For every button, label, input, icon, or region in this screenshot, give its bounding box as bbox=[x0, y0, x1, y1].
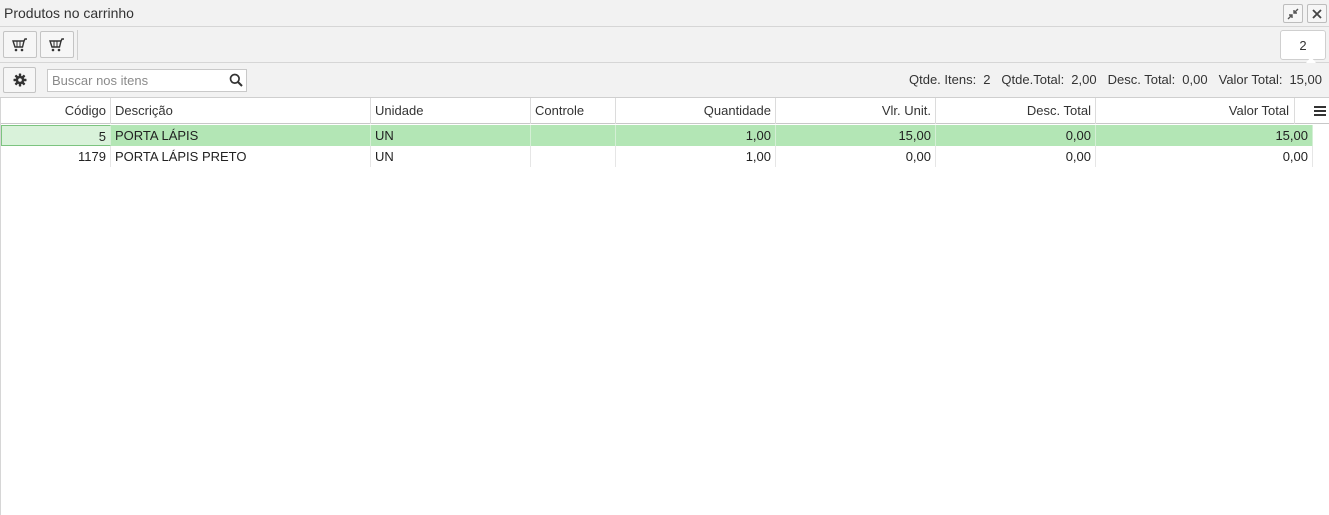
cart-icon bbox=[12, 37, 27, 51]
cell-codigo[interactable]: 5 bbox=[1, 125, 111, 146]
minimize-icon bbox=[1287, 8, 1299, 19]
cell-codigo[interactable]: 1179 bbox=[1, 146, 111, 167]
cell-unidade[interactable]: UN bbox=[371, 146, 531, 167]
totals-summary: Qtde. Itens: 2 Qtde.Total: 2,00 Desc. Total:… bbox=[909, 72, 1322, 87]
items-count-label: Qtde. Itens: bbox=[908, 72, 977, 87]
cell-vlr-unit[interactable]: 0,00 bbox=[776, 146, 936, 167]
toolbar: 2 bbox=[0, 27, 1329, 69]
search-box bbox=[47, 69, 247, 92]
column-header-valor-total[interactable]: Valor Total bbox=[1096, 98, 1295, 124]
cell-valor-total[interactable]: 15,00 bbox=[1096, 125, 1313, 146]
search-input[interactable] bbox=[48, 70, 226, 91]
column-header-unidade[interactable]: Unidade bbox=[371, 98, 531, 124]
cell-descricao[interactable]: PORTA LÁPIS PRETO bbox=[111, 146, 371, 167]
table-row[interactable]: 5 PORTA LÁPIS UN 1,00 15,00 0,00 15,00 bbox=[1, 125, 1313, 146]
item-count-badge: 2 bbox=[1280, 30, 1326, 60]
column-header-vlr-unit[interactable]: Vlr. Unit. bbox=[776, 98, 936, 124]
cell-quantidade[interactable]: 1,00 bbox=[616, 146, 776, 167]
cell-quantidade[interactable]: 1,00 bbox=[616, 125, 776, 146]
column-header-descricao[interactable]: Descrição bbox=[111, 98, 371, 124]
toolbar-separator bbox=[77, 30, 78, 60]
window-title: Produtos no carrinho bbox=[4, 5, 134, 21]
cell-unidade[interactable]: UN bbox=[371, 125, 531, 146]
cell-descricao[interactable]: PORTA LÁPIS bbox=[111, 125, 371, 146]
column-header-controle[interactable]: Controle bbox=[531, 98, 616, 124]
cell-controle[interactable] bbox=[531, 125, 616, 146]
total-value-value: 15,00 bbox=[1289, 72, 1322, 87]
menu-icon[interactable] bbox=[1314, 105, 1326, 116]
total-discount-value: 0,00 bbox=[1182, 72, 1208, 87]
cell-desc-total[interactable]: 0,00 bbox=[936, 125, 1096, 146]
total-quantity-value: 2,00 bbox=[1071, 72, 1097, 87]
gear-icon bbox=[13, 73, 26, 87]
column-header-quantidade[interactable]: Quantidade bbox=[616, 98, 776, 124]
cell-vlr-unit[interactable]: 15,00 bbox=[776, 125, 936, 146]
search-icon[interactable] bbox=[229, 73, 243, 87]
close-icon bbox=[1312, 8, 1322, 19]
filter-bar: Qtde. Itens: 2 Qtde.Total: 2,00 Desc. Total:… bbox=[0, 63, 1329, 98]
column-header-codigo[interactable]: Código bbox=[1, 98, 111, 124]
cell-valor-total[interactable]: 0,00 bbox=[1096, 146, 1313, 167]
total-value-label: Valor Total: bbox=[1218, 72, 1283, 87]
cell-controle[interactable] bbox=[531, 146, 616, 167]
table-row[interactable]: 1179 PORTA LÁPIS PRETO UN 1,00 0,00 0,00… bbox=[1, 146, 1313, 167]
settings-button[interactable] bbox=[3, 67, 36, 93]
cell-desc-total[interactable]: 0,00 bbox=[936, 146, 1096, 167]
cart-button-1[interactable] bbox=[3, 31, 37, 58]
items-grid: Código Descrição Unidade Controle Quanti… bbox=[0, 98, 1329, 515]
items-count-value: 2 bbox=[983, 72, 991, 87]
cart-icon bbox=[49, 37, 64, 51]
total-discount-label: Desc. Total: bbox=[1107, 72, 1176, 87]
grid-header: Código Descrição Unidade Controle Quanti… bbox=[1, 98, 1329, 124]
column-header-desc-total[interactable]: Desc. Total bbox=[936, 98, 1096, 124]
minimize-button[interactable] bbox=[1283, 4, 1303, 23]
window-titlebar: Produtos no carrinho bbox=[0, 0, 1329, 27]
total-quantity-label: Qtde.Total: bbox=[1001, 72, 1065, 87]
cart-button-2[interactable] bbox=[40, 31, 74, 58]
close-button[interactable] bbox=[1307, 4, 1327, 23]
